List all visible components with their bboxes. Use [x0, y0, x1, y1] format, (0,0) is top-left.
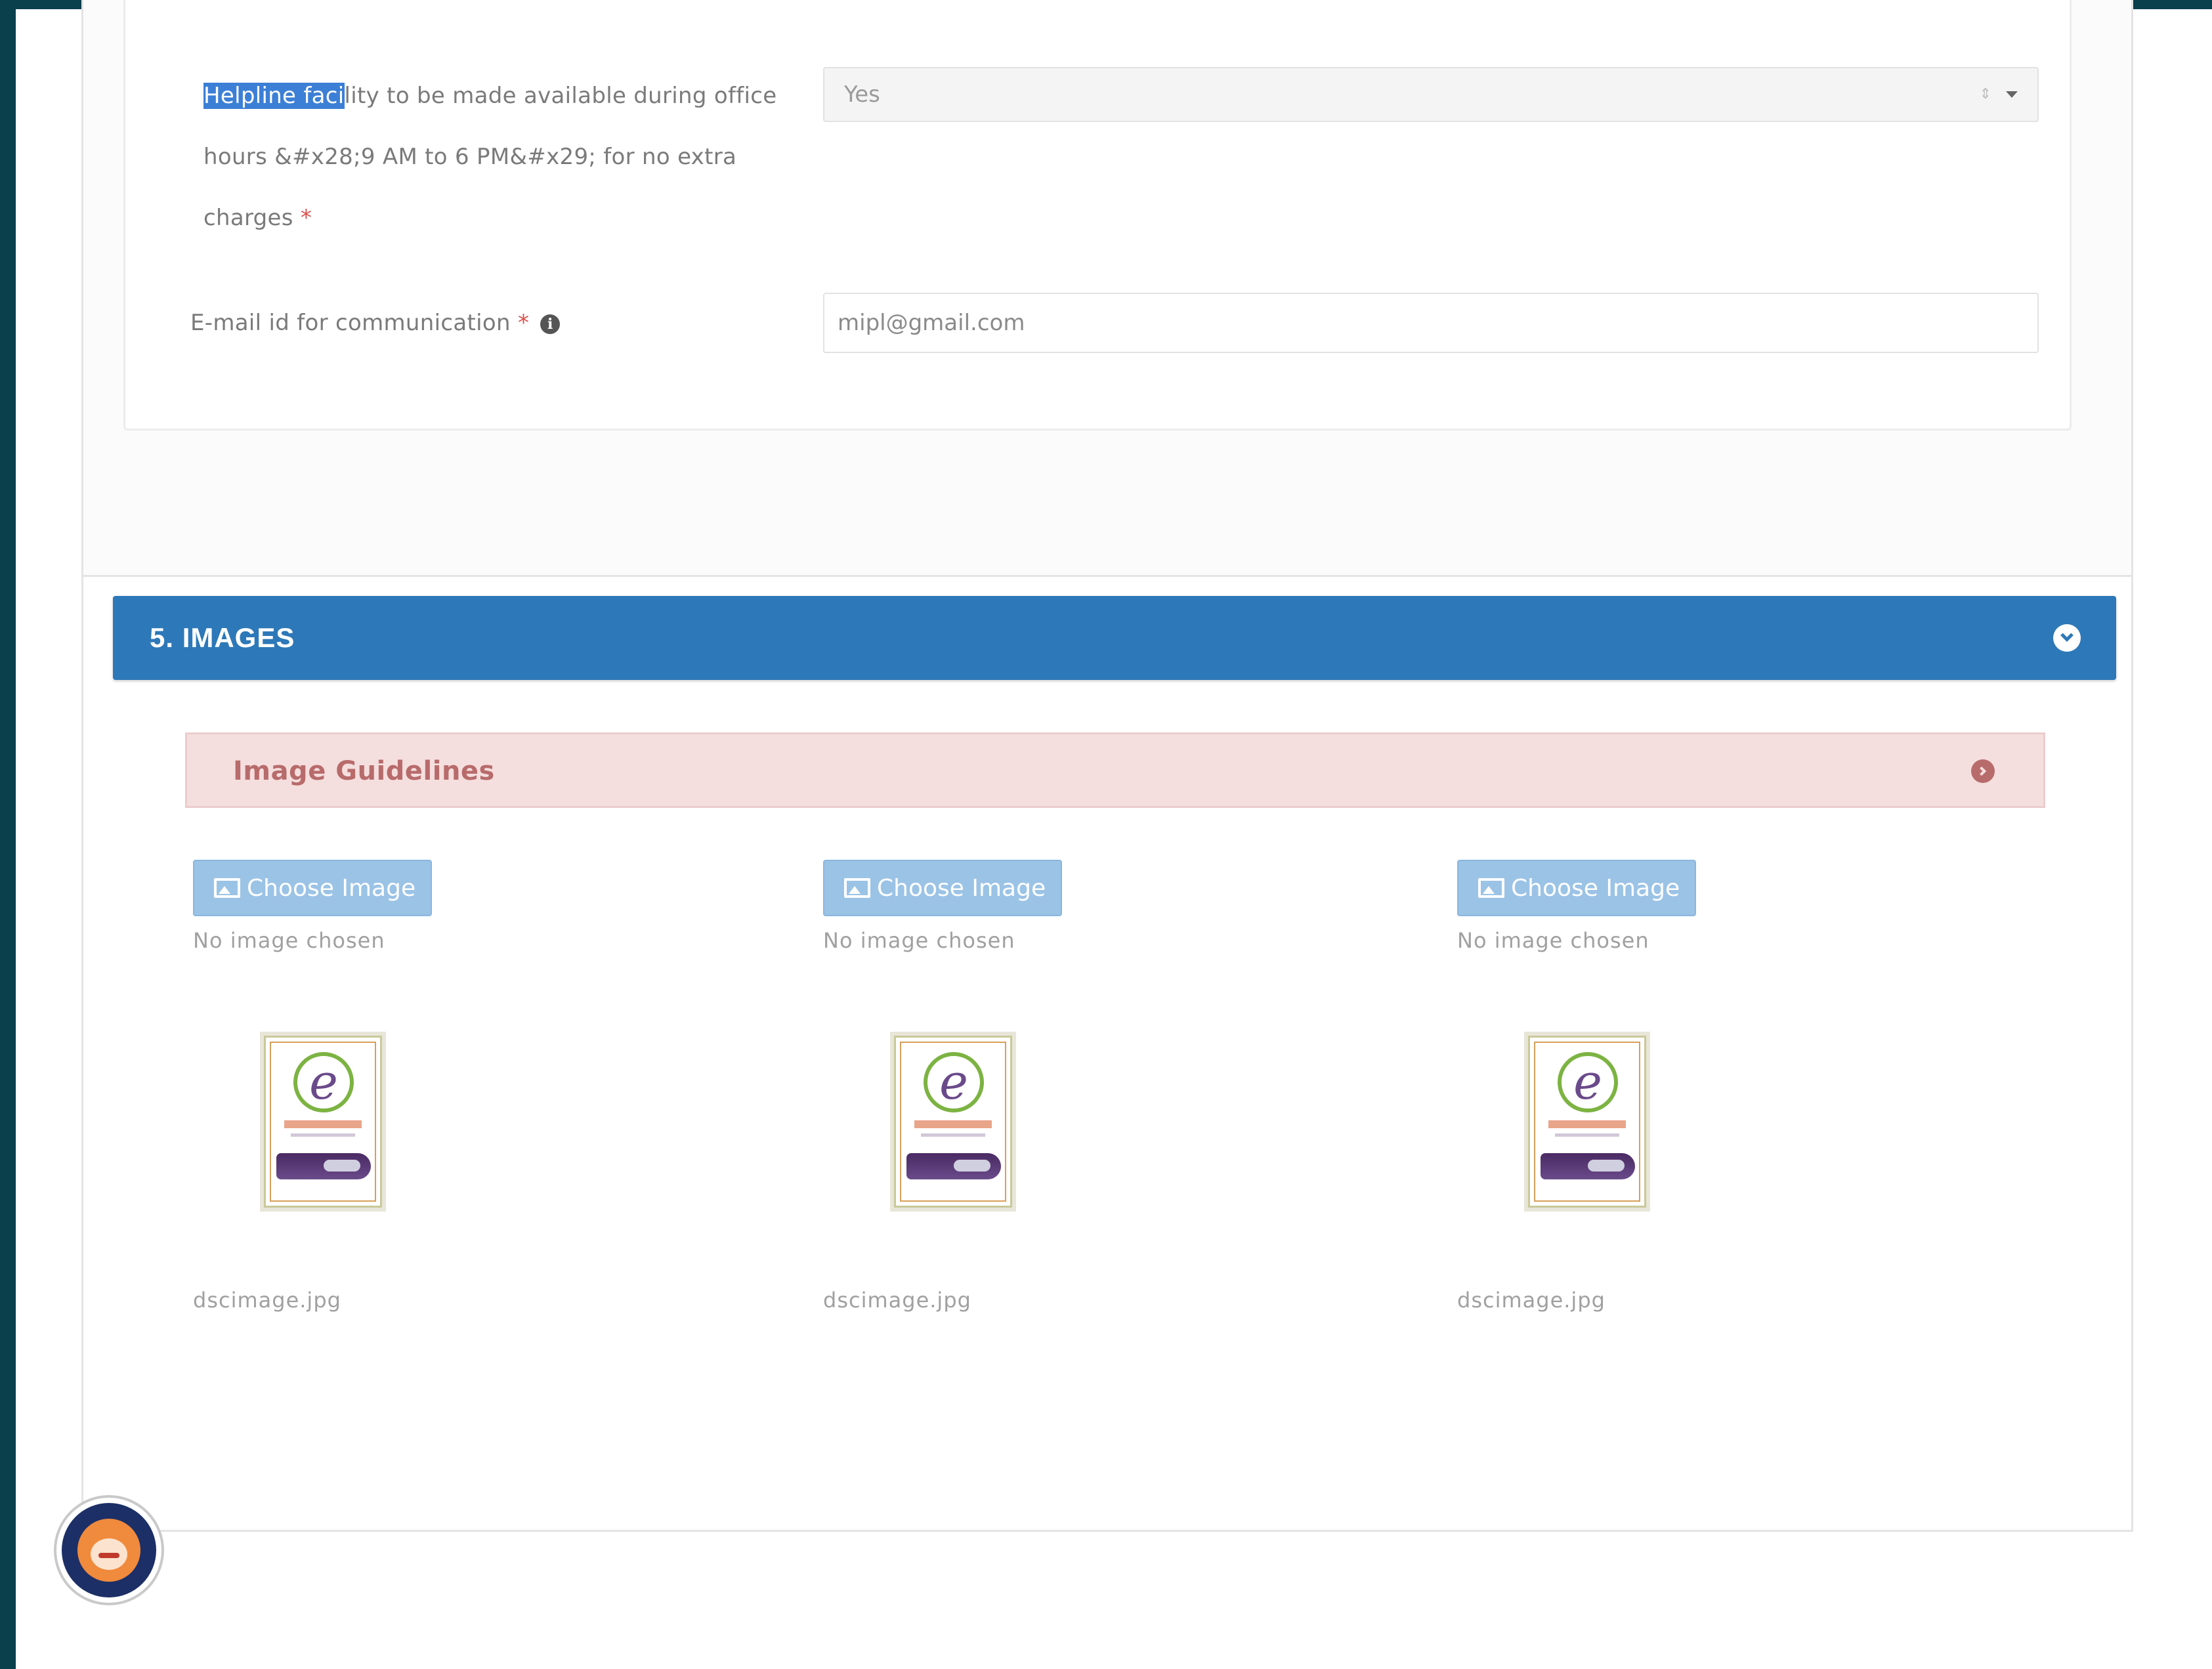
required-asterisk: *: [300, 205, 312, 231]
usb-token-icon: [1541, 1153, 1635, 1179]
up-down-icon: ⇕: [1979, 86, 1991, 102]
choose-image-button[interactable]: Choose Image: [823, 860, 1062, 916]
choose-image-label: Choose Image: [247, 874, 416, 902]
file-name: dscimage.jpg: [823, 1288, 971, 1313]
emudhra-logo-icon: e: [924, 1052, 984, 1112]
section-header-images[interactable]: 5. IMAGES: [113, 596, 2116, 680]
required-asterisk: *: [517, 310, 530, 336]
emudhra-logo-icon: e: [293, 1052, 354, 1112]
email-label-text: E-mail id for communication: [190, 310, 511, 336]
image-guidelines-title: Image Guidelines: [233, 756, 495, 786]
info-circle-icon[interactable]: i: [540, 314, 561, 334]
email-label: E-mail id for communication * i: [190, 293, 561, 353]
image-upload-1: Choose Image No image chosen e dscimage.…: [193, 860, 731, 1405]
choose-image-label: Choose Image: [877, 874, 1046, 902]
chevron-right-circle-icon[interactable]: [1971, 759, 1995, 783]
helpline-select[interactable]: Yes ⇕: [823, 67, 2039, 122]
file-status: No image chosen: [823, 928, 1015, 953]
file-name: dscimage.jpg: [1457, 1288, 1606, 1313]
file-name: dscimage.jpg: [193, 1288, 341, 1313]
choose-image-button[interactable]: Choose Image: [193, 860, 432, 916]
file-status: No image chosen: [1457, 928, 1649, 953]
chevron-down-circle-icon[interactable]: [2053, 624, 2081, 652]
choose-image-button[interactable]: Choose Image: [1457, 860, 1696, 916]
image-thumbnail[interactable]: e: [264, 1036, 382, 1208]
image-thumbnail[interactable]: e: [894, 1036, 1012, 1208]
usb-token-icon: [906, 1153, 1001, 1179]
picture-icon: [214, 878, 240, 898]
caret-down-icon: [2006, 91, 2018, 98]
helpline-select-value: Yes: [844, 81, 880, 108]
file-status: No image chosen: [193, 928, 385, 953]
email-field[interactable]: mipl@gmail.com: [823, 293, 2039, 353]
choose-image-label: Choose Image: [1511, 874, 1680, 902]
emudhra-logo-icon: e: [1558, 1052, 1618, 1112]
image-upload-2: Choose Image No image chosen e dscimage.…: [823, 860, 1361, 1405]
section-title: 5. IMAGES: [150, 622, 295, 653]
select-arrows: ⇕: [1980, 87, 2018, 102]
helpline-label-selected-text: Helpline faci: [203, 83, 345, 109]
chat-assistant-avatar-icon: [77, 1519, 140, 1582]
picture-icon: [844, 878, 870, 898]
picture-icon: [1478, 878, 1504, 898]
usb-token-icon: [276, 1153, 371, 1179]
chat-assistant-button[interactable]: [54, 1495, 164, 1605]
image-upload-3: Choose Image No image chosen e dscimage.…: [1457, 860, 1995, 1405]
email-field-value: mipl@gmail.com: [838, 310, 1025, 336]
image-guidelines-bar[interactable]: Image Guidelines: [185, 732, 2045, 808]
image-thumbnail[interactable]: e: [1528, 1036, 1646, 1208]
helpline-label: Helpline facility to be made available d…: [203, 66, 827, 249]
